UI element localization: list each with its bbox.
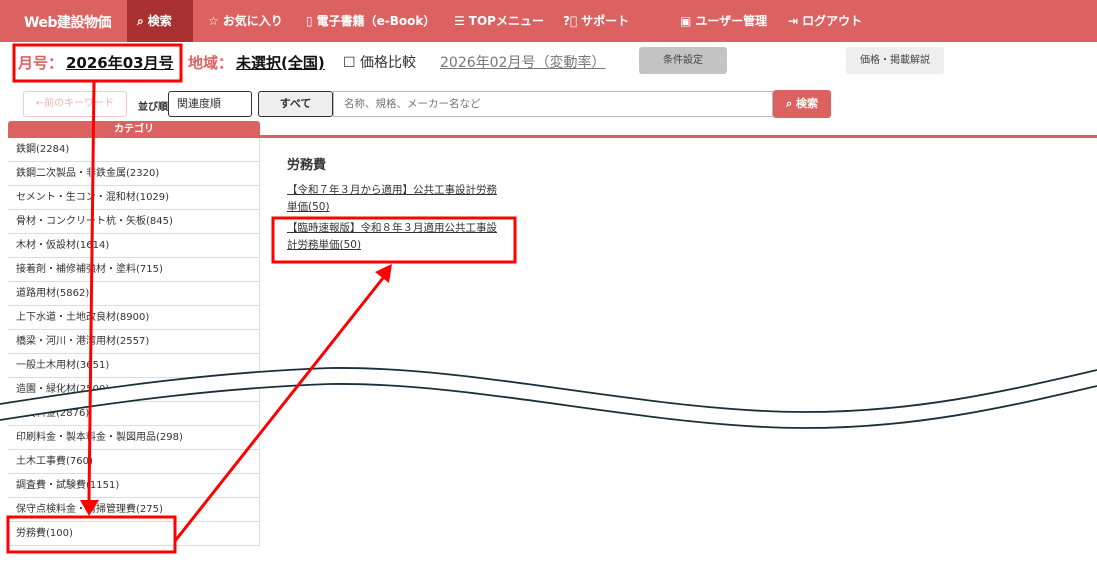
category-item[interactable]: 接着剤・補修補強材・塗料(715): [8, 258, 260, 282]
category-item[interactable]: 鉄鋼二次製品・非鉄金属(2320): [8, 162, 260, 186]
month-value[interactable]: 2026年03月号: [66, 52, 174, 73]
category-item[interactable]: 一般土木用材(3651): [8, 354, 260, 378]
nav-search[interactable]: ⌕ 検索: [127, 0, 193, 42]
scope-select[interactable]: すべて: [258, 91, 333, 117]
nav-favorites[interactable]: ☆ お気に入り: [208, 0, 283, 42]
month-label: 月号：: [18, 54, 64, 72]
region-label: 地域：: [188, 54, 234, 72]
category-item[interactable]: 調査費・試験費(1151): [8, 474, 260, 498]
category-item[interactable]: 道路用材(5862): [8, 282, 260, 306]
section-title: 労務費: [287, 158, 327, 173]
condition-settings-button[interactable]: 条件設定: [639, 47, 727, 74]
star-icon: ☆: [208, 14, 219, 28]
top-nav: Web建設物価 ⌕ 検索 ☆ お気に入り ▯ 電子書籍（e-Book） ☰ TOPメニュ…: [0, 0, 1097, 42]
category-item[interactable]: 木材・仮設材(1614): [8, 234, 260, 258]
user-icon: ▣: [680, 14, 692, 28]
category-sidebar: カテゴリ 鉄鋼(2284) 鉄鋼二次製品・非鉄金属(2320) セメント・生コン・混…: [8, 121, 260, 546]
region-value[interactable]: 未選択(全国): [236, 52, 325, 73]
arrow-head-up: [375, 264, 392, 283]
category-item[interactable]: 賃貸料金(2876): [8, 402, 260, 426]
category-item[interactable]: 造園・緑化材(2500): [8, 378, 260, 402]
category-item[interactable]: 上下水道・土地改良材(8900): [8, 306, 260, 330]
search-button[interactable]: ⌕ 検索: [773, 90, 831, 118]
nav-support[interactable]: ?⃝ サポート: [563, 0, 629, 42]
menu-icon: ☰: [454, 14, 465, 28]
nav-logout[interactable]: ⇥ ログアウト: [788, 0, 862, 42]
price-explain-button[interactable]: 価格・掲載解説: [846, 47, 944, 74]
category-item[interactable]: 鉄鋼(2284): [8, 138, 260, 162]
category-item[interactable]: 土木工事費(760): [8, 450, 260, 474]
search-icon: ⌕: [786, 97, 796, 110]
link-2025-labor-rate[interactable]: 【令和７年３月から適用】公共工事設計労務単価(50): [287, 182, 507, 216]
logout-icon: ⇥: [788, 14, 799, 28]
book-icon: ▯: [306, 14, 313, 28]
search-input[interactable]: [333, 91, 773, 117]
category-item[interactable]: 労務費(100): [8, 522, 260, 546]
price-compare-checkbox[interactable]: ☐ 価格比較: [343, 52, 416, 72]
sort-select[interactable]: 関連度順: [168, 91, 252, 117]
prev-keyword-button[interactable]: ←前のキーワード: [23, 91, 127, 117]
category-item[interactable]: 印刷料金・製本料金・製図用品(298): [8, 426, 260, 450]
category-item[interactable]: 橋梁・河川・港湾用材(2557): [8, 330, 260, 354]
nav-top-menu[interactable]: ☰ TOPメニュー: [454, 0, 544, 42]
nav-ebook[interactable]: ▯ 電子書籍（e-Book）: [306, 0, 435, 42]
nav-user-management[interactable]: ▣ ユーザー管理: [680, 0, 767, 42]
category-header: カテゴリ: [8, 121, 260, 138]
search-icon: ⌕: [137, 14, 144, 28]
category-item[interactable]: セメント・生コン・混和材(1029): [8, 186, 260, 210]
content-divider: [260, 135, 1097, 138]
category-item[interactable]: 骨材・コンクリート杭・矢板(845): [8, 210, 260, 234]
logo[interactable]: Web建設物価: [24, 12, 111, 32]
category-item[interactable]: 保守点検料金・清掃管理費(275): [8, 498, 260, 522]
help-icon: ?⃝: [563, 14, 578, 28]
sort-label: 並び順: [138, 102, 168, 113]
compare-month[interactable]: 2026年02月号（変動率）: [440, 52, 605, 72]
link-2026-labor-rate[interactable]: 【臨時速報版】令和８年３月適用公共工事設計労務単価(50): [287, 220, 507, 254]
